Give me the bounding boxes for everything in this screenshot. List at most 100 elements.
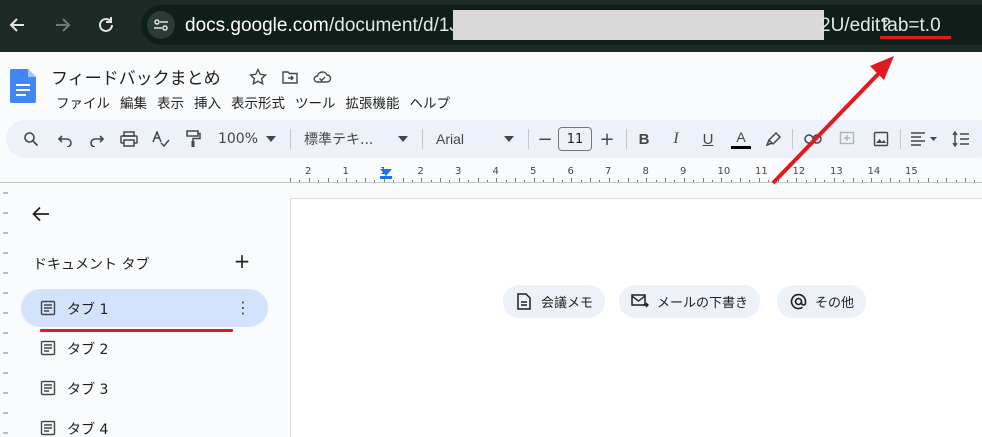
toolbar-divider xyxy=(528,129,529,149)
text-color-button[interactable]: A xyxy=(730,128,752,150)
increase-font-size-button[interactable]: + xyxy=(598,128,616,150)
italic-button[interactable]: I xyxy=(666,128,686,150)
font-dropdown-icon[interactable] xyxy=(502,128,516,150)
document-title[interactable]: フィードバックまとめ xyxy=(51,64,221,89)
star-icon[interactable] xyxy=(247,66,269,88)
tab-more-options-button[interactable]: ⋮ xyxy=(235,298,251,318)
at-sign-icon xyxy=(789,293,807,311)
paragraph-style-select[interactable]: 標準テキ... xyxy=(304,128,382,150)
indent-marker-icon[interactable] xyxy=(380,169,392,176)
tab-item-2[interactable]: タブ 2 xyxy=(21,329,268,367)
toolbar-divider xyxy=(290,129,291,149)
redo-icon[interactable] xyxy=(86,128,108,150)
ruler-number: 4 xyxy=(492,166,499,177)
ruler-number: 6 xyxy=(567,166,574,177)
zoom-dropdown-icon[interactable] xyxy=(264,128,278,150)
zoom-value: 100% xyxy=(217,131,259,147)
zoom-select[interactable]: 100% xyxy=(216,128,260,150)
back-arrow-icon[interactable] xyxy=(29,202,53,226)
add-comment-icon[interactable] xyxy=(836,128,858,150)
menu-format[interactable]: 表示形式 xyxy=(226,92,290,112)
url-query: tab=t.0 xyxy=(882,15,941,36)
align-left-icon[interactable] xyxy=(908,128,940,150)
tab-label: タブ 2 xyxy=(67,342,109,358)
line-spacing-icon[interactable] xyxy=(950,128,972,150)
tab-label: タブ 1 xyxy=(67,302,109,318)
document-page[interactable]: 会議メモ メールの下書き その他 xyxy=(290,198,982,437)
menu-view[interactable]: 表示 xyxy=(152,92,189,112)
toolbar-divider xyxy=(792,129,793,149)
ruler-number: 15 xyxy=(905,166,918,177)
forward-arrow-icon[interactable] xyxy=(47,10,77,40)
paint-format-icon[interactable] xyxy=(182,128,204,150)
text-color-swatch xyxy=(731,145,751,149)
search-menus-icon[interactable] xyxy=(20,128,42,150)
toolbar-divider xyxy=(900,129,901,149)
font-select[interactable]: Arial xyxy=(436,128,496,150)
ruler-number: 11 xyxy=(755,166,768,177)
font-size-input[interactable]: 11 xyxy=(558,127,592,151)
ruler-number: 8 xyxy=(642,166,649,177)
toolbar-divider xyxy=(422,129,423,149)
chip-others[interactable]: その他 xyxy=(777,285,867,318)
add-tab-button[interactable]: + xyxy=(232,251,252,272)
tab-item-3[interactable]: タブ 3 xyxy=(21,369,268,407)
ruler-number: 10 xyxy=(717,166,731,177)
vertical-ruler[interactable] xyxy=(0,183,8,437)
underline-button[interactable]: U xyxy=(698,128,718,150)
document-icon xyxy=(515,293,533,311)
insert-image-icon[interactable] xyxy=(870,128,892,150)
spellcheck-icon[interactable] xyxy=(150,128,172,150)
tab-label: タブ 4 xyxy=(67,422,109,437)
reload-icon[interactable] xyxy=(91,10,121,40)
tab-item-4[interactable]: タブ 4 xyxy=(21,409,268,437)
formatting-toolbar: 100% 標準テキ... Arial − 11 + B I U A xyxy=(6,120,982,158)
url-host: docs.google.com xyxy=(185,15,329,36)
menu-file[interactable]: ファイル xyxy=(51,92,115,112)
docs-header: フィードバックまとめ ファイル 編集 表示 挿入 表示形式 ツール 拡張機能 ヘ… xyxy=(0,52,982,116)
menu-help[interactable]: ヘルプ xyxy=(405,92,456,112)
text-color-letter: A xyxy=(736,128,746,145)
tabs-heading: ドキュメント タブ xyxy=(33,257,150,273)
tab-label: タブ 3 xyxy=(67,382,109,398)
undo-icon[interactable] xyxy=(54,128,76,150)
cloud-status-icon[interactable] xyxy=(311,66,333,88)
menu-insert[interactable]: 挿入 xyxy=(189,92,226,112)
tab-item-1[interactable]: タブ 1 ⋮ xyxy=(21,289,268,327)
back-arrow-icon[interactable] xyxy=(3,10,33,40)
ruler-number: 14 xyxy=(867,166,881,177)
insert-link-icon[interactable] xyxy=(802,128,824,150)
chip-label: 会議メモ xyxy=(541,296,594,311)
ruler-number: 7 xyxy=(605,166,612,177)
ruler-number: 5 xyxy=(530,166,537,177)
chip-label: メールの下書き xyxy=(657,296,749,311)
ruler-number: 12 xyxy=(792,166,806,177)
chip-meeting-notes[interactable]: 会議メモ xyxy=(503,285,606,318)
menu-edit[interactable]: 編集 xyxy=(115,92,152,112)
document-tab-icon xyxy=(40,340,56,356)
ruler-number: 1 xyxy=(342,166,349,177)
redacted-url-block xyxy=(453,10,824,40)
paragraph-style-value: 標準テキ... xyxy=(304,132,374,148)
font-value: Arial xyxy=(436,131,465,147)
site-settings-icon[interactable] xyxy=(147,11,175,39)
document-tab-icon xyxy=(40,380,56,396)
document-tab-icon xyxy=(40,300,56,316)
style-dropdown-icon[interactable] xyxy=(396,128,410,150)
address-bar[interactable]: docs.google.com /document/d/1Jm 2U/edit?… xyxy=(141,5,982,45)
first-line-indent-marker[interactable] xyxy=(380,176,392,179)
menu-extensions[interactable]: 拡張機能 xyxy=(341,92,405,112)
menu-bar: ファイル 編集 表示 挿入 表示形式 ツール 拡張機能 ヘルプ xyxy=(51,92,455,112)
chip-label: その他 xyxy=(815,296,855,311)
document-tabs-panel: ドキュメント タブ + タブ 1 ⋮ タブ 2 タブ 3 タブ 4 xyxy=(8,183,288,437)
decrease-font-size-button[interactable]: − xyxy=(536,128,554,150)
document-tab-icon xyxy=(40,420,56,436)
move-to-folder-icon[interactable] xyxy=(279,66,301,88)
menu-tools[interactable]: ツール xyxy=(290,92,341,112)
docs-logo-icon[interactable] xyxy=(10,69,36,103)
bold-button[interactable]: B xyxy=(634,128,654,150)
chip-email-draft[interactable]: メールの下書き xyxy=(619,285,761,318)
print-icon[interactable] xyxy=(118,128,140,150)
highlight-color-icon[interactable] xyxy=(764,128,784,150)
horizontal-ruler[interactable]: 2 1 1 2 3 4 5 6 7 8 9 10 11 12 13 14 15 xyxy=(290,166,982,183)
